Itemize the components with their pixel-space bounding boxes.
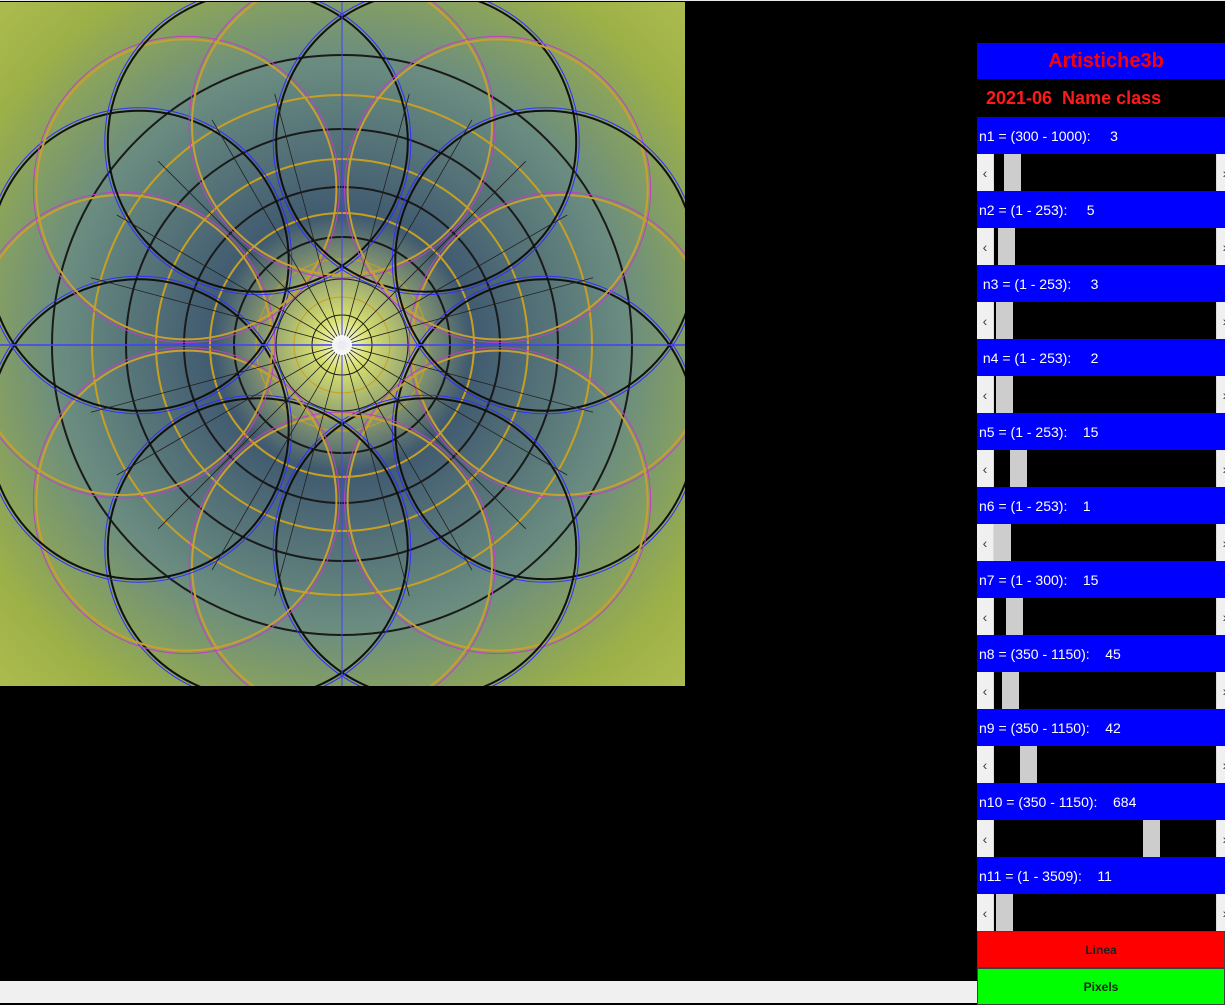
slider-n3[interactable]: ‹›	[977, 302, 1225, 339]
slider-thumb[interactable]	[996, 376, 1013, 413]
param-label-n3: n3 = (1 - 253): 3	[977, 265, 1225, 302]
scroll-right-arrow-icon[interactable]: ›	[1216, 598, 1225, 635]
param-label-n5: n5 = (1 - 253): 15	[977, 413, 1225, 450]
slider-n11[interactable]: ‹›	[977, 894, 1225, 931]
param-label-n4: n4 = (1 - 253): 2	[977, 339, 1225, 376]
scroll-left-arrow-icon[interactable]: ‹	[977, 154, 994, 191]
status-strip	[0, 981, 977, 1003]
app-subtitle: 2021-06 Name class	[977, 79, 1225, 117]
window-top-border	[0, 0, 1225, 1]
param-label-n7: n7 = (1 - 300): 15	[977, 561, 1225, 598]
scroll-right-arrow-icon[interactable]: ›	[1216, 894, 1225, 931]
slider-thumb[interactable]	[1020, 746, 1037, 783]
param-label-n1: n1 = (300 - 1000): 3	[977, 117, 1225, 154]
scroll-left-arrow-icon[interactable]: ‹	[977, 820, 994, 857]
scroll-right-arrow-icon[interactable]: ›	[1216, 228, 1225, 265]
slider-thumb[interactable]	[994, 524, 1011, 561]
param-label-n10: n10 = (350 - 1150): 684	[977, 783, 1225, 820]
slider-track[interactable]	[994, 672, 1213, 709]
slider-thumb[interactable]	[996, 894, 1013, 931]
slider-thumb[interactable]	[1002, 672, 1019, 709]
scroll-right-arrow-icon[interactable]: ›	[1216, 820, 1225, 857]
slider-n5[interactable]: ‹›	[977, 450, 1225, 487]
scroll-left-arrow-icon[interactable]: ‹	[977, 376, 994, 413]
slider-n1[interactable]: ‹›	[977, 154, 1225, 191]
slider-n6[interactable]: ‹›	[977, 524, 1225, 561]
scroll-right-arrow-icon[interactable]: ›	[1216, 302, 1225, 339]
param-label-n2: n2 = (1 - 253): 5	[977, 191, 1225, 228]
slider-thumb[interactable]	[1010, 450, 1027, 487]
slider-track[interactable]	[994, 524, 1213, 561]
param-label-n11: n11 = (1 - 3509): 11	[977, 857, 1225, 894]
scroll-right-arrow-icon[interactable]: ›	[1216, 154, 1225, 191]
slider-thumb[interactable]	[998, 228, 1015, 265]
slider-n4[interactable]: ‹›	[977, 376, 1225, 413]
slider-track[interactable]	[994, 450, 1213, 487]
slider-track[interactable]	[994, 154, 1213, 191]
scroll-left-arrow-icon[interactable]: ‹	[977, 524, 994, 561]
slider-n9[interactable]: ‹›	[977, 746, 1225, 783]
slider-n10[interactable]: ‹›	[977, 820, 1225, 857]
pixels-button[interactable]: Pixels	[977, 968, 1225, 1005]
slider-track[interactable]	[994, 894, 1213, 931]
scroll-left-arrow-icon[interactable]: ‹	[977, 746, 994, 783]
scroll-right-arrow-icon[interactable]: ›	[1216, 524, 1225, 561]
scroll-left-arrow-icon[interactable]: ‹	[977, 672, 994, 709]
slider-track[interactable]	[994, 376, 1213, 413]
parameter-list: n1 = (300 - 1000): 3‹›n2 = (1 - 253): 5‹…	[977, 117, 1225, 931]
app-title: Artistiche3b	[977, 43, 1225, 79]
scroll-left-arrow-icon[interactable]: ‹	[977, 302, 994, 339]
param-label-n9: n9 = (350 - 1150): 42	[977, 709, 1225, 746]
linea-button[interactable]: Linea	[977, 931, 1225, 968]
slider-n2[interactable]: ‹›	[977, 228, 1225, 265]
slider-track[interactable]	[994, 820, 1213, 857]
slider-thumb[interactable]	[996, 302, 1013, 339]
param-label-n8: n8 = (350 - 1150): 45	[977, 635, 1225, 672]
slider-thumb[interactable]	[1004, 154, 1021, 191]
fractal-canvas[interactable]	[0, 2, 685, 686]
scroll-left-arrow-icon[interactable]: ‹	[977, 598, 994, 635]
slider-thumb[interactable]	[1143, 820, 1160, 857]
slider-n7[interactable]: ‹›	[977, 598, 1225, 635]
scroll-right-arrow-icon[interactable]: ›	[1216, 746, 1225, 783]
scroll-right-arrow-icon[interactable]: ›	[1216, 672, 1225, 709]
scroll-left-arrow-icon[interactable]: ‹	[977, 450, 994, 487]
param-label-n6: n6 = (1 - 253): 1	[977, 487, 1225, 524]
fractal-image	[0, 2, 685, 686]
slider-thumb[interactable]	[1006, 598, 1023, 635]
scroll-left-arrow-icon[interactable]: ‹	[977, 228, 994, 265]
scroll-right-arrow-icon[interactable]: ›	[1216, 376, 1225, 413]
scroll-left-arrow-icon[interactable]: ‹	[977, 894, 994, 931]
slider-track[interactable]	[994, 598, 1213, 635]
scroll-right-arrow-icon[interactable]: ›	[1216, 450, 1225, 487]
slider-track[interactable]	[994, 746, 1213, 783]
slider-track[interactable]	[994, 302, 1213, 339]
control-panel: Artistiche3b 2021-06 Name class n1 = (30…	[977, 43, 1225, 1005]
slider-track[interactable]	[994, 228, 1213, 265]
slider-n8[interactable]: ‹›	[977, 672, 1225, 709]
